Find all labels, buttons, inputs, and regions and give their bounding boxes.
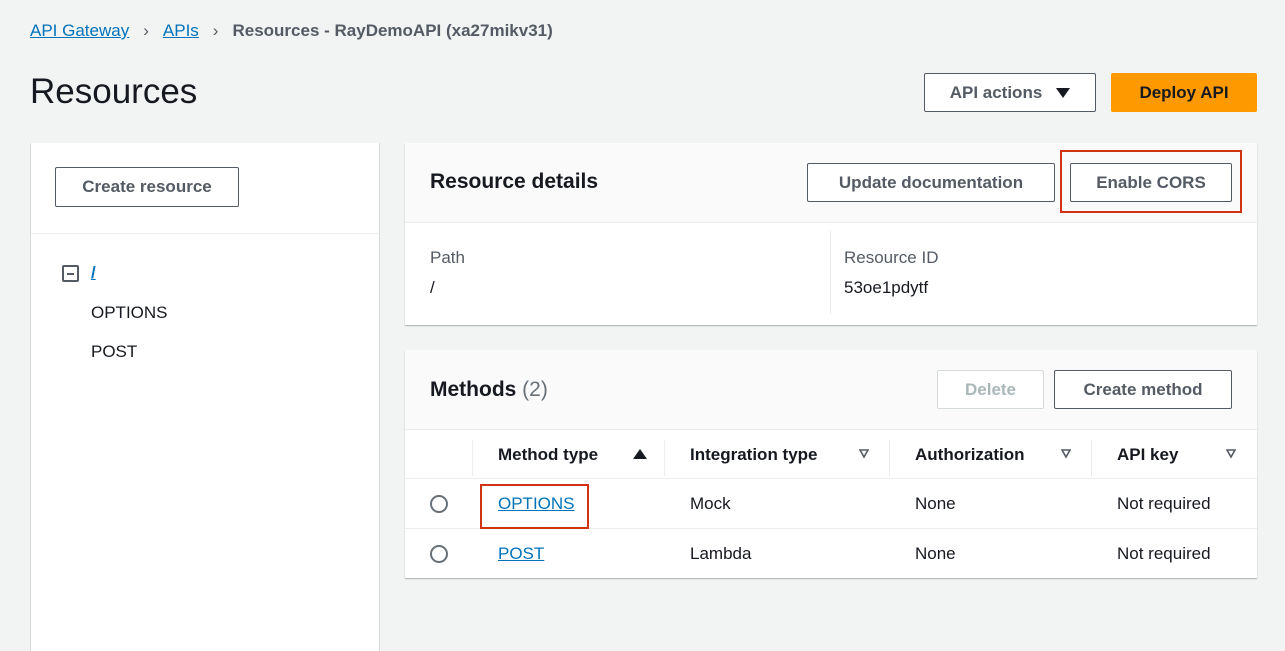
tree-method-post[interactable]: POST bbox=[91, 342, 137, 362]
breadcrumb-apis[interactable]: APIs bbox=[163, 21, 199, 41]
collapse-icon[interactable] bbox=[62, 265, 79, 282]
resource-id-value: 53oe1pdytf bbox=[844, 278, 929, 297]
update-documentation-label: Update documentation bbox=[838, 172, 1024, 192]
caret-down-icon bbox=[1056, 87, 1071, 98]
page-title: Resources bbox=[30, 72, 198, 111]
path-label: Path bbox=[430, 248, 465, 267]
create-method-label: Create method bbox=[1083, 379, 1203, 399]
highlight-enable-cors bbox=[1060, 150, 1242, 213]
path-value: / bbox=[430, 278, 435, 297]
row-divider bbox=[405, 478, 1257, 479]
create-resource-label: Create resource bbox=[82, 177, 212, 196]
api-key-cell: Not required bbox=[1117, 544, 1211, 563]
methods-title-text: Methods bbox=[430, 378, 517, 401]
integration-type-cell: Lambda bbox=[690, 544, 752, 563]
delete-label: Delete bbox=[964, 379, 1017, 399]
divider bbox=[830, 231, 831, 314]
column-separator bbox=[889, 440, 890, 476]
column-separator bbox=[472, 440, 473, 476]
column-separator bbox=[664, 440, 665, 476]
column-header-api-key[interactable]: API key bbox=[1117, 445, 1178, 465]
row-select-radio[interactable] bbox=[430, 545, 448, 563]
chevron-right-icon: › bbox=[143, 21, 149, 40]
divider bbox=[31, 233, 379, 234]
resource-tree-panel: Create resource / OPTIONS POST bbox=[30, 143, 380, 651]
method-link-post[interactable]: POST bbox=[498, 544, 544, 564]
sort-icon[interactable] bbox=[1061, 449, 1071, 459]
sort-icon[interactable] bbox=[859, 449, 869, 459]
deploy-api-button[interactable]: Deploy API bbox=[1111, 73, 1257, 112]
resource-details-title: Resource details bbox=[430, 170, 599, 193]
delete-button[interactable]: Delete bbox=[937, 370, 1044, 409]
column-header-integration-type[interactable]: Integration type bbox=[690, 445, 818, 465]
api-key-cell: Not required bbox=[1117, 494, 1211, 513]
column-separator bbox=[1091, 440, 1092, 476]
breadcrumb-current: Resources - RayDemoAPI (xa27mikv31) bbox=[232, 21, 553, 40]
create-resource-button[interactable]: Create resource bbox=[55, 167, 239, 207]
tree-method-options[interactable]: OPTIONS bbox=[91, 303, 168, 323]
highlight-options-link bbox=[480, 484, 589, 529]
column-header-method-type[interactable]: Method type bbox=[498, 445, 598, 465]
chevron-right-icon: › bbox=[212, 21, 219, 40]
authorization-cell: None bbox=[915, 494, 956, 513]
breadcrumb: API Gateway › APIs › Resources - RayDemo… bbox=[30, 21, 553, 41]
methods-title: Methods (2) bbox=[430, 378, 548, 402]
column-header-authorization[interactable]: Authorization bbox=[915, 445, 1025, 465]
row-select-radio[interactable] bbox=[430, 495, 448, 513]
deploy-api-label: Deploy API bbox=[1139, 82, 1229, 102]
methods-count: (2) bbox=[522, 378, 548, 401]
create-method-button[interactable]: Create method bbox=[1054, 370, 1232, 409]
resource-id-label: Resource ID bbox=[844, 248, 939, 267]
breadcrumb-api-gateway[interactable]: API Gateway bbox=[30, 21, 129, 41]
api-actions-dropdown[interactable]: API actions bbox=[924, 73, 1096, 112]
update-documentation-button[interactable]: Update documentation bbox=[807, 163, 1055, 202]
authorization-cell: None bbox=[915, 544, 956, 563]
integration-type-cell: Mock bbox=[690, 494, 731, 513]
tree-root-resource[interactable]: / bbox=[91, 263, 96, 283]
sort-icon[interactable] bbox=[1226, 449, 1236, 459]
api-actions-label: API actions bbox=[949, 82, 1043, 102]
sort-ascending-icon[interactable] bbox=[633, 449, 647, 459]
